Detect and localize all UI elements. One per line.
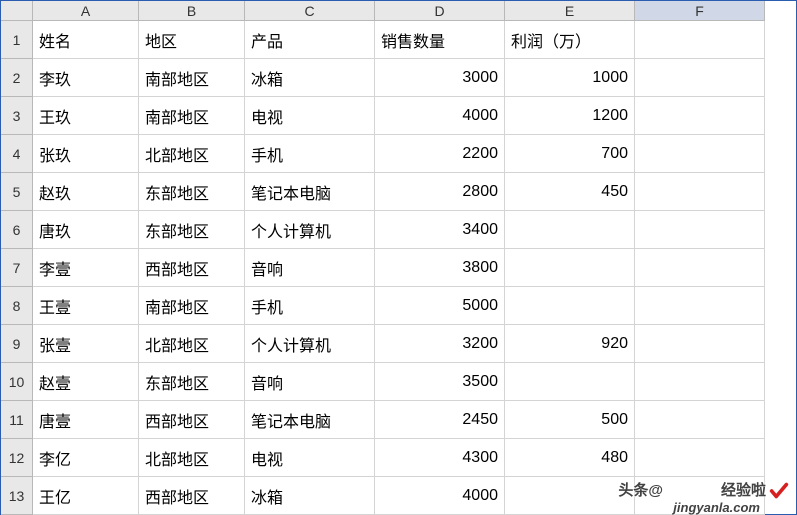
cell-e9[interactable]: 920 <box>505 325 635 363</box>
row-header-3[interactable]: 3 <box>1 97 33 135</box>
cell-d5[interactable]: 2800 <box>375 173 505 211</box>
cell-d9[interactable]: 3200 <box>375 325 505 363</box>
cell-e2[interactable]: 1000 <box>505 59 635 97</box>
row-header-13[interactable]: 13 <box>1 477 33 515</box>
cell-b8[interactable]: 南部地区 <box>139 287 245 325</box>
cell-d2[interactable]: 3000 <box>375 59 505 97</box>
cell-a12[interactable]: 李亿 <box>33 439 139 477</box>
cell-b9[interactable]: 北部地区 <box>139 325 245 363</box>
cell-e6[interactable] <box>505 211 635 249</box>
column-header-c[interactable]: C <box>245 1 375 21</box>
cell-c2[interactable]: 冰箱 <box>245 59 375 97</box>
cell-a5[interactable]: 赵玖 <box>33 173 139 211</box>
cell-b4[interactable]: 北部地区 <box>139 135 245 173</box>
cell-d8[interactable]: 5000 <box>375 287 505 325</box>
column-header-d[interactable]: D <box>375 1 505 21</box>
cell-e10[interactable] <box>505 363 635 401</box>
cell-c6[interactable]: 个人计算机 <box>245 211 375 249</box>
cell-c10[interactable]: 音响 <box>245 363 375 401</box>
cell-f1[interactable] <box>635 21 765 59</box>
cell-b11[interactable]: 西部地区 <box>139 401 245 439</box>
cell-e4[interactable]: 700 <box>505 135 635 173</box>
cell-d12[interactable]: 4300 <box>375 439 505 477</box>
cell-c11[interactable]: 笔记本电脑 <box>245 401 375 439</box>
cell-e3[interactable]: 1200 <box>505 97 635 135</box>
cell-e1[interactable]: 利润（万） <box>505 21 635 59</box>
column-header-f[interactable]: F <box>635 1 765 21</box>
cell-a3[interactable]: 王玖 <box>33 97 139 135</box>
row-header-10[interactable]: 10 <box>1 363 33 401</box>
column-header-e[interactable]: E <box>505 1 635 21</box>
cell-c8[interactable]: 手机 <box>245 287 375 325</box>
cell-b6[interactable]: 东部地区 <box>139 211 245 249</box>
select-all-corner[interactable] <box>1 1 33 21</box>
cell-e8[interactable] <box>505 287 635 325</box>
row-header-9[interactable]: 9 <box>1 325 33 363</box>
row-header-12[interactable]: 12 <box>1 439 33 477</box>
cell-c9[interactable]: 个人计算机 <box>245 325 375 363</box>
cell-d4[interactable]: 2200 <box>375 135 505 173</box>
cell-f11[interactable] <box>635 401 765 439</box>
cell-b1[interactable]: 地区 <box>139 21 245 59</box>
cell-a10[interactable]: 赵壹 <box>33 363 139 401</box>
cell-f2[interactable] <box>635 59 765 97</box>
cell-f8[interactable] <box>635 287 765 325</box>
cell-f9[interactable] <box>635 325 765 363</box>
cell-b12[interactable]: 北部地区 <box>139 439 245 477</box>
cell-e12[interactable]: 480 <box>505 439 635 477</box>
cell-b3[interactable]: 南部地区 <box>139 97 245 135</box>
cell-c5[interactable]: 笔记本电脑 <box>245 173 375 211</box>
cell-f6[interactable] <box>635 211 765 249</box>
cell-c7[interactable]: 音响 <box>245 249 375 287</box>
cell-e5[interactable]: 450 <box>505 173 635 211</box>
row-header-7[interactable]: 7 <box>1 249 33 287</box>
cell-b13[interactable]: 西部地区 <box>139 477 245 515</box>
row-header-6[interactable]: 6 <box>1 211 33 249</box>
cell-a2[interactable]: 李玖 <box>33 59 139 97</box>
cell-f12[interactable] <box>635 439 765 477</box>
cell-d10[interactable]: 3500 <box>375 363 505 401</box>
row-header-4[interactable]: 4 <box>1 135 33 173</box>
cell-c13[interactable]: 冰箱 <box>245 477 375 515</box>
cell-b5[interactable]: 东部地区 <box>139 173 245 211</box>
cell-a7[interactable]: 李壹 <box>33 249 139 287</box>
cell-a6[interactable]: 唐玖 <box>33 211 139 249</box>
cell-e13[interactable] <box>505 477 635 515</box>
cell-d6[interactable]: 3400 <box>375 211 505 249</box>
cell-b2[interactable]: 南部地区 <box>139 59 245 97</box>
cell-e11[interactable]: 500 <box>505 401 635 439</box>
row-header-2[interactable]: 2 <box>1 59 33 97</box>
cell-f3[interactable] <box>635 97 765 135</box>
cell-a11[interactable]: 唐壹 <box>33 401 139 439</box>
cell-c4[interactable]: 手机 <box>245 135 375 173</box>
cell-d3[interactable]: 4000 <box>375 97 505 135</box>
cell-c12[interactable]: 电视 <box>245 439 375 477</box>
cell-f13[interactable] <box>635 477 765 515</box>
column-header-a[interactable]: A <box>33 1 139 21</box>
row-header-8[interactable]: 8 <box>1 287 33 325</box>
cell-f7[interactable] <box>635 249 765 287</box>
row-header-1[interactable]: 1 <box>1 21 33 59</box>
row-header-5[interactable]: 5 <box>1 173 33 211</box>
cell-c1[interactable]: 产品 <box>245 21 375 59</box>
cell-f4[interactable] <box>635 135 765 173</box>
cell-a1[interactable]: 姓名 <box>33 21 139 59</box>
cell-a8[interactable]: 王壹 <box>33 287 139 325</box>
cell-b10[interactable]: 东部地区 <box>139 363 245 401</box>
cell-f10[interactable] <box>635 363 765 401</box>
row-header-11[interactable]: 11 <box>1 401 33 439</box>
cell-c3[interactable]: 电视 <box>245 97 375 135</box>
cell-b7[interactable]: 西部地区 <box>139 249 245 287</box>
spreadsheet-grid[interactable]: ABCDEF1姓名地区产品销售数量利润（万）2李玖南部地区冰箱300010003… <box>1 1 796 515</box>
cell-a4[interactable]: 张玖 <box>33 135 139 173</box>
cell-a13[interactable]: 王亿 <box>33 477 139 515</box>
cell-e7[interactable] <box>505 249 635 287</box>
column-header-b[interactable]: B <box>139 1 245 21</box>
cell-f5[interactable] <box>635 173 765 211</box>
cell-d11[interactable]: 2450 <box>375 401 505 439</box>
cell-d1[interactable]: 销售数量 <box>375 21 505 59</box>
cell-a9[interactable]: 张壹 <box>33 325 139 363</box>
cell-d13[interactable]: 4000 <box>375 477 505 515</box>
cell-d7[interactable]: 3800 <box>375 249 505 287</box>
